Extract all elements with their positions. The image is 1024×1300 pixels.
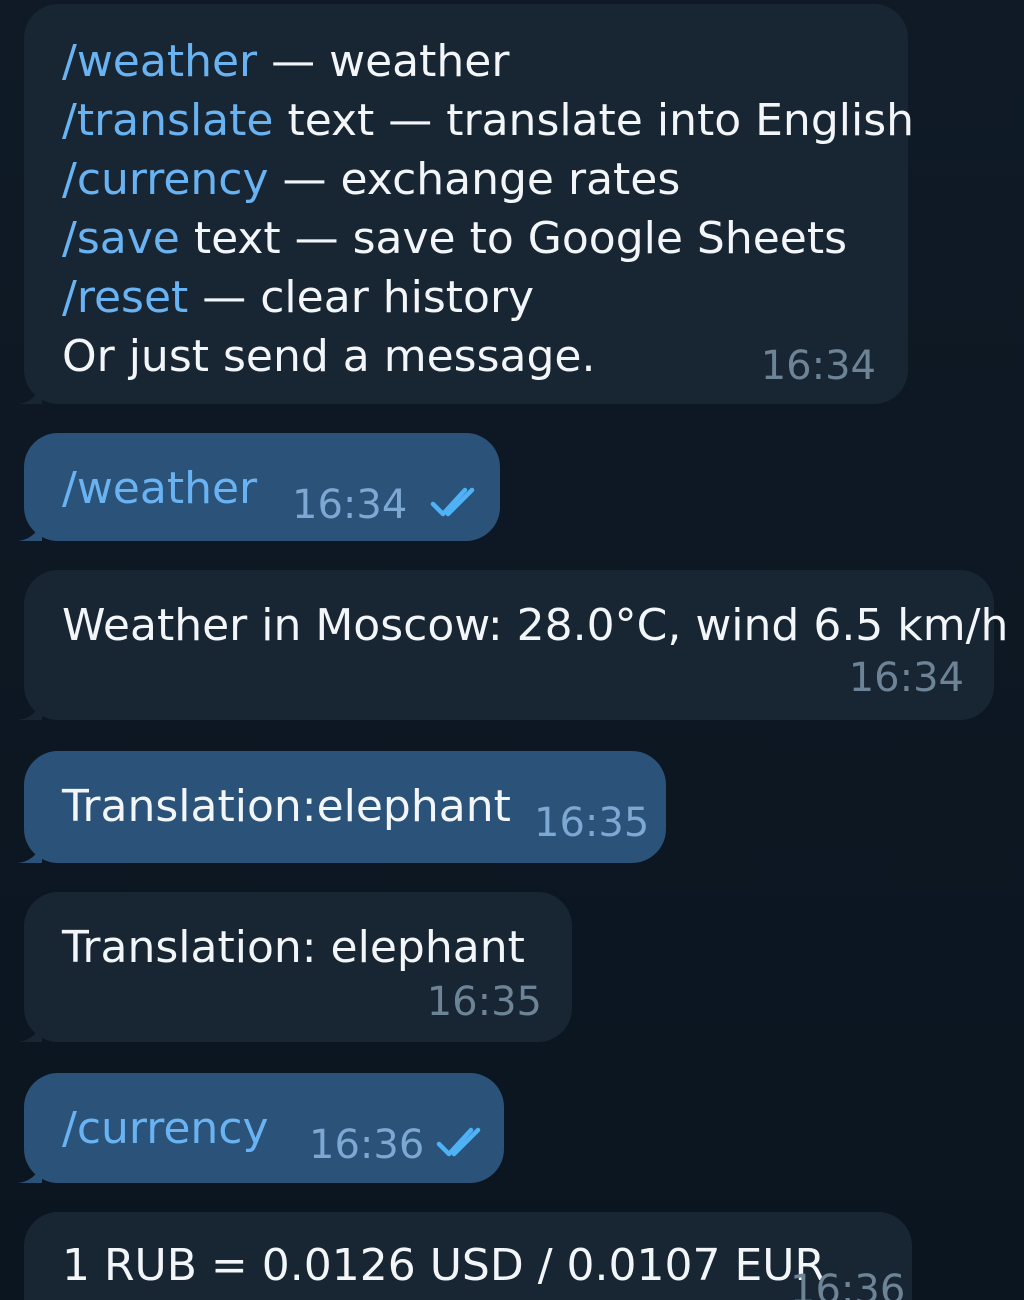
message-translation-outgoing[interactable]: Translation:elephant 16:35: [24, 751, 666, 863]
message-translation-reply[interactable]: Translation: elephant 16:35: [24, 892, 572, 1042]
message-time: 16:34: [848, 655, 964, 701]
message-text: Translation: elephant: [62, 922, 525, 973]
message-time: 16:36: [309, 1122, 425, 1168]
weather-command-link[interactable]: /weather: [62, 36, 257, 87]
help-line-weather: /weather — weather: [62, 36, 510, 87]
message-currency-reply[interactable]: 1 RUB = 0.0126 USD / 0.0107 EUR 16:36: [24, 1212, 912, 1300]
message-text: 1 RUB = 0.0126 USD / 0.0107 EUR: [62, 1240, 826, 1291]
bubble-tail: [8, 686, 42, 720]
help-line-plain: Or just send a message.: [62, 331, 596, 382]
weather-command-link[interactable]: /weather: [62, 459, 257, 518]
reset-command-link[interactable]: /reset: [62, 272, 188, 323]
message-weather-reply[interactable]: Weather in Moscow: 28.0°C, wind 6.5 km/h…: [24, 570, 1008, 720]
bubble-tail: [8, 1149, 42, 1183]
bubble-tail: [8, 370, 42, 404]
bubble-tail: [8, 507, 42, 541]
currency-command-link[interactable]: /currency: [62, 154, 269, 205]
help-line-save: /save text — save to Google Sheets: [62, 213, 848, 264]
translate-command-link[interactable]: /translate: [62, 95, 273, 146]
message-time: 16:36: [790, 1267, 906, 1300]
message-time: 16:35: [426, 979, 542, 1025]
help-line-currency: /currency — exchange rates: [62, 154, 681, 205]
bubble-tail: [8, 829, 42, 863]
bubble-tail: [8, 1008, 42, 1042]
message-text: Weather in Moscow: 28.0°C, wind 6.5 km/h: [62, 600, 1009, 651]
double-check-icon: [430, 485, 486, 519]
double-check-icon: [436, 1125, 492, 1159]
message-help[interactable]: /weather — weather /translate text — tra…: [24, 4, 914, 404]
help-line-reset: /reset — clear history: [62, 272, 535, 323]
message-time: 16:34: [292, 482, 408, 528]
message-time: 16:35: [534, 800, 650, 846]
save-command-link[interactable]: /save: [62, 213, 180, 264]
message-time: 16:34: [760, 343, 876, 389]
message-text: Translation:elephant: [62, 781, 511, 832]
currency-command-link[interactable]: /currency: [62, 1099, 269, 1158]
help-line-translate: /translate text — translate into English: [62, 95, 915, 146]
message-currency-command[interactable]: /currency 16:36: [24, 1073, 504, 1183]
message-weather-command[interactable]: /weather 16:34: [24, 433, 500, 541]
chat-history: /weather — weather /translate text — tra…: [0, 0, 1024, 1300]
